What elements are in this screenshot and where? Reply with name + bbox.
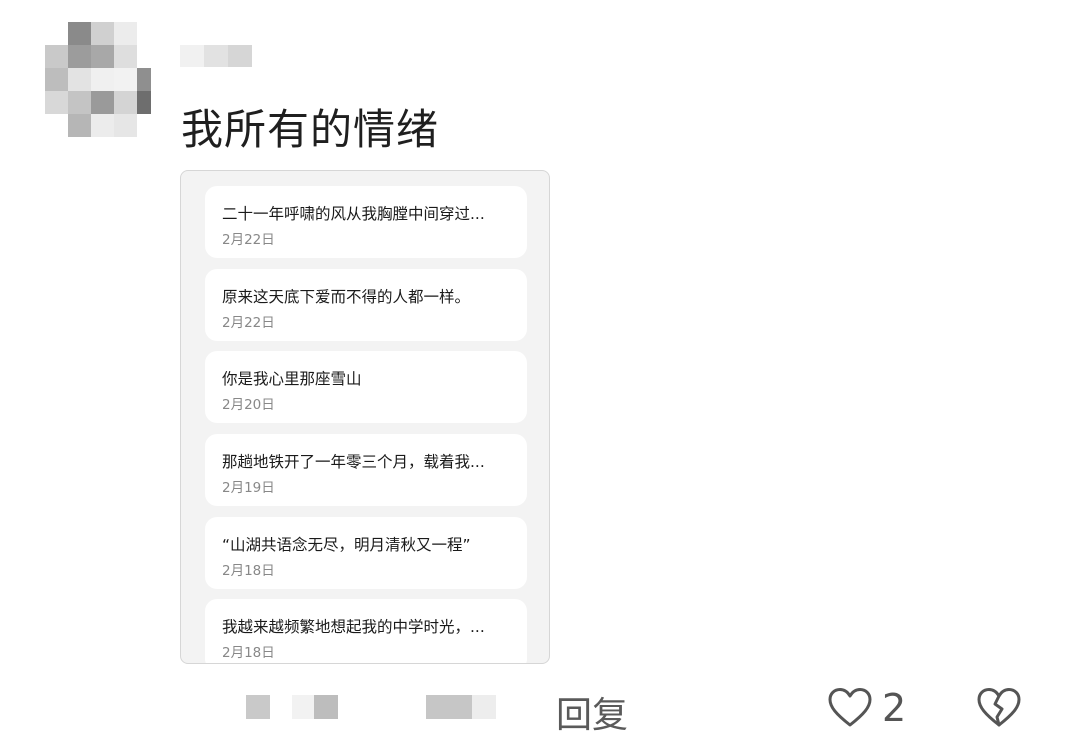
note-title: 那趟地铁开了一年零三个月，载着我... bbox=[222, 453, 485, 471]
broken-heart-icon[interactable] bbox=[975, 684, 1023, 732]
attached-screenshot[interactable]: 二十一年呼啸的风从我胸膛中间穿过... 2月22日 原来这天底下爱而不得的人都一… bbox=[180, 170, 550, 664]
note-title: 我越来越频繁地想起我的中学时光，... bbox=[222, 618, 485, 636]
list-item: 原来这天底下爱而不得的人都一样。 2月22日 bbox=[205, 269, 527, 341]
note-title: “山湖共语念无尽，明月清秋又一程” bbox=[222, 536, 471, 554]
list-item: 你是我心里那座雪山 2月20日 bbox=[205, 351, 527, 423]
avatar[interactable] bbox=[45, 22, 159, 137]
list-item: 那趟地铁开了一年零三个月，载着我... 2月19日 bbox=[205, 434, 527, 506]
list-item: 我越来越频繁地想起我的中学时光，... 2月18日 bbox=[205, 599, 527, 663]
list-item: 二十一年呼啸的风从我胸膛中间穿过... 2月22日 bbox=[205, 186, 527, 258]
note-date: 2月22日 bbox=[222, 315, 275, 331]
heart-outline-icon[interactable] bbox=[826, 684, 874, 732]
comment-text: 我所有的情绪 bbox=[181, 105, 440, 154]
note-date: 2月18日 bbox=[222, 563, 275, 579]
username[interactable] bbox=[180, 45, 252, 67]
note-title: 二十一年呼啸的风从我胸膛中间穿过... bbox=[222, 205, 485, 223]
note-title: 原来这天底下爱而不得的人都一样。 bbox=[222, 288, 471, 306]
note-date: 2月22日 bbox=[222, 232, 275, 248]
note-date: 2月20日 bbox=[222, 397, 275, 413]
note-date: 2月19日 bbox=[222, 480, 275, 496]
comment-meta-blurred bbox=[246, 695, 496, 719]
note-title: 你是我心里那座雪山 bbox=[222, 370, 362, 388]
note-date: 2月18日 bbox=[222, 645, 275, 661]
list-item: “山湖共语念无尽，明月清秋又一程” 2月18日 bbox=[205, 517, 527, 589]
reply-button[interactable]: 回复 bbox=[556, 686, 628, 738]
like-count: 2 bbox=[882, 686, 907, 730]
